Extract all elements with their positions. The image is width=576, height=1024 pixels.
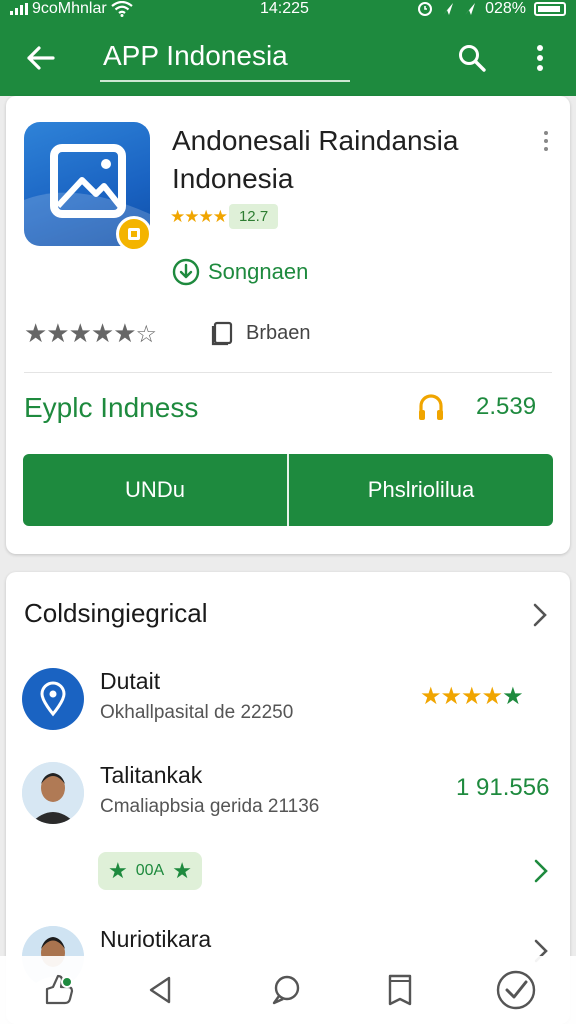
app-name: Andonesali Raindansia Indonesia [172, 122, 532, 198]
tag-label: 00A [135, 862, 165, 879]
list-item[interactable]: Dutait Okhallpasital de 22250 ★★★★★ [6, 664, 570, 760]
nav-library-button[interactable] [376, 968, 424, 1012]
list-item-stars: ★★★★★ [420, 683, 524, 710]
person-avatar-icon [22, 762, 84, 824]
avatar [22, 668, 84, 730]
nav-arrow-icon [465, 3, 476, 15]
bookmark-row[interactable]: Brbaen [210, 320, 311, 346]
book-icon [388, 974, 412, 1006]
app-badge-icon [116, 216, 152, 252]
search-button[interactable] [450, 38, 494, 78]
list-item-count: 1 91.556 [456, 774, 550, 801]
signal-icon [10, 3, 28, 15]
thumbs-up-icon [45, 974, 74, 1005]
battery-icon [534, 2, 566, 16]
avatar [22, 762, 84, 824]
status-bar: 9coMhnlar 14:225 028% [0, 0, 576, 22]
status-right: 028% [417, 0, 566, 18]
app-bar: APP Indonesia [0, 22, 576, 96]
back-button[interactable] [20, 38, 60, 78]
bookmark-label: Brbaen [246, 321, 311, 344]
developer-name[interactable]: Eyplc Indness [24, 392, 198, 424]
app-title: APP Indonesia [103, 40, 288, 71]
list-item-name: Nuriotikara [100, 926, 212, 952]
carrier-name: 9coMhnlar [32, 0, 107, 17]
list-item-subtitle: Cmaliapbsia gerida 21136 [100, 796, 320, 817]
rating-chip: ★★★★ 12.7 [170, 204, 279, 229]
chevron-right-icon[interactable] [530, 856, 552, 886]
count-row: 2.539 [416, 392, 536, 422]
battery-text: 028% [485, 0, 526, 17]
list-item-subtitle: Okhallpasital de 22250 [100, 702, 294, 723]
chevron-right-icon[interactable] [528, 600, 552, 630]
star-icon: ★ [172, 858, 192, 883]
action-buttons: UNDu Phslriolilua [23, 454, 553, 526]
list-item-name: Talitankak [100, 762, 203, 788]
list-item[interactable]: Talitankak Cmaliapbsia gerida 21136 1 91… [6, 758, 570, 854]
bottom-navigation [0, 956, 576, 1024]
rating-stars: ★★★★ [170, 206, 228, 226]
title-underline [100, 80, 350, 82]
back-arrow-icon [27, 46, 55, 70]
download-circle-icon [172, 258, 200, 286]
app-name-line1: Andonesali Raindansia [172, 125, 459, 156]
more-vert-icon [537, 45, 543, 71]
tag-chip[interactable]: ★ 00A ★ [98, 852, 202, 890]
headphones-icon [419, 394, 443, 420]
nav-verified-button[interactable] [492, 968, 540, 1012]
carrier-group: 9coMhnlar [10, 0, 133, 18]
download-status-label: Songnaen [208, 259, 309, 284]
more-options-button[interactable] [522, 38, 558, 78]
list-item-name: Dutait [100, 668, 161, 694]
search-icon [459, 45, 486, 72]
download-status[interactable]: Songnaen [172, 258, 308, 286]
star-icon: ★ [108, 858, 128, 883]
chat-bubble-icon [272, 975, 300, 1005]
count-value: 2.539 [476, 393, 537, 420]
location-icon [443, 3, 454, 15]
alarm-icon [418, 2, 433, 16]
app-detail-card: Andonesali Raindansia Indonesia ★★★★ 12.… [6, 96, 570, 554]
wifi-icon [111, 1, 133, 17]
verified-check-icon [496, 970, 536, 1010]
user-rating-row[interactable]: ★★★★★☆ [24, 318, 157, 349]
location-pin-icon [40, 681, 66, 717]
card-menu-button[interactable] [536, 126, 556, 156]
install-button[interactable]: UNDu [23, 454, 287, 526]
top-bar: 9coMhnlar 14:225 028% APP Indonesia [0, 0, 576, 96]
card-divider [24, 372, 552, 373]
nav-chat-button[interactable] [262, 968, 310, 1012]
app-name-line2: Indonesia [172, 163, 294, 194]
bookmark-icon [211, 321, 233, 346]
back-triangle-icon [149, 976, 171, 1004]
clock: 14:225 [260, 0, 309, 17]
secondary-button[interactable]: Phslriolilua [287, 454, 553, 526]
rating-value: 12.7 [228, 204, 279, 229]
rating-stars-grey: ★★★★★☆ [24, 318, 157, 348]
nav-like-button[interactable] [34, 968, 82, 1012]
nav-back-button[interactable] [136, 968, 184, 1012]
section-title[interactable]: Coldsingiegrical [24, 598, 208, 629]
